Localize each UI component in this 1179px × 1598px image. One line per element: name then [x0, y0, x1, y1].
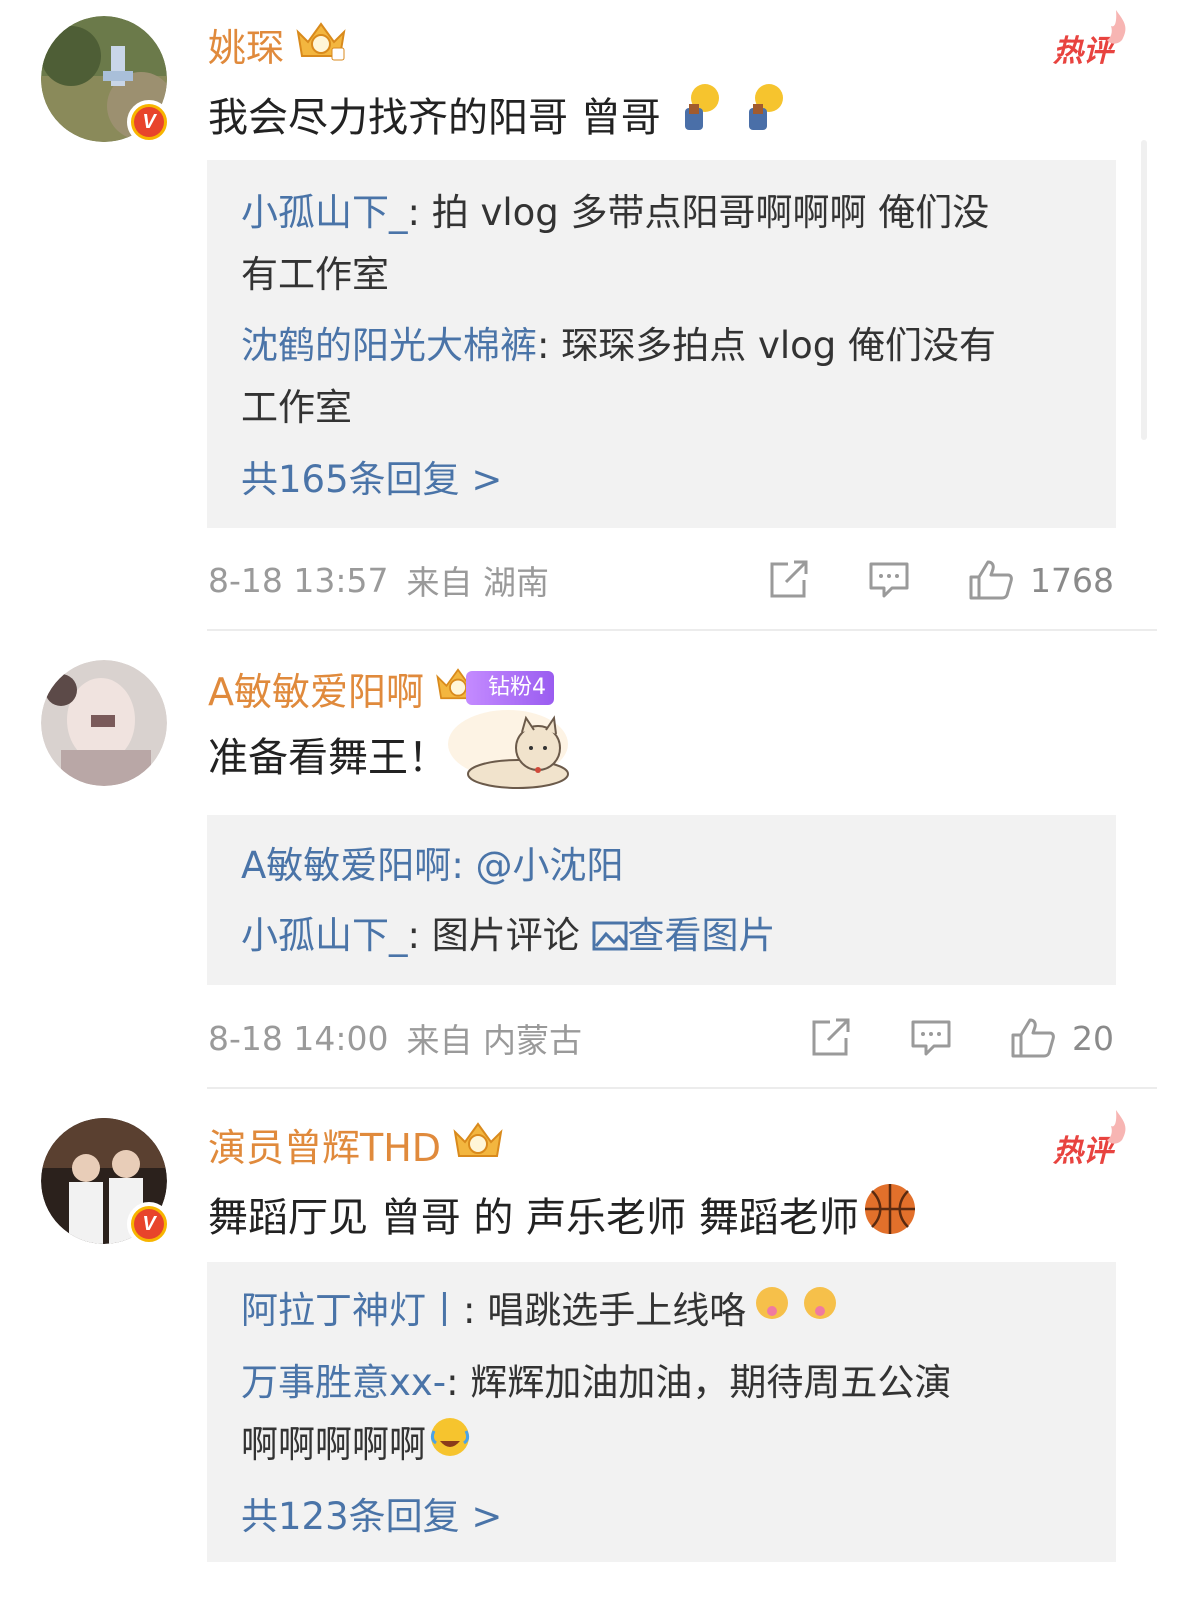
hot-comment-label: 热评	[1053, 10, 1126, 70]
comment-meta: 8-18 14:00 来自 内蒙古 20	[208, 1012, 1114, 1064]
reply-text: : 辉辉加油加油，期待周五公演	[446, 1361, 952, 1404]
like-icon	[1011, 1018, 1055, 1058]
username-text[interactable]: A敏敏爱阳啊	[208, 661, 424, 716]
share-button[interactable]	[768, 560, 810, 600]
comment-text: 准备看舞王！	[208, 710, 578, 789]
image-icon	[592, 921, 627, 951]
like-button[interactable]: 1768	[968, 559, 1114, 601]
reply-box[interactable]: 阿拉丁神灯丨: 唱跳选手上线咯 万事胜意xx-: 辉辉加油加油，期待周五公演 啊…	[207, 1262, 1116, 1562]
like-count: 1768	[1030, 560, 1114, 600]
comment-button[interactable]	[910, 1018, 952, 1058]
crown-icon	[294, 18, 348, 71]
username[interactable]: 演员曾辉THD	[208, 1118, 505, 1170]
username-text[interactable]: 姚琛	[208, 17, 284, 72]
reply-username[interactable]: 阿拉丁神灯丨	[241, 1289, 463, 1332]
comment-icon	[911, 1020, 951, 1056]
comment-text: 舞蹈厅见 曾哥 的 声乐老师 舞蹈老师	[208, 1184, 917, 1242]
hot-comment-label: 热评	[1053, 1110, 1126, 1170]
like-button[interactable]: 20	[1010, 1017, 1114, 1059]
reply-text-cont: 啊啊啊啊啊	[241, 1423, 426, 1466]
location: 来自 湖南	[406, 563, 550, 602]
scrollbar[interactable]	[1141, 140, 1147, 440]
verified-icon: V	[127, 100, 171, 144]
like-icon	[969, 560, 1013, 600]
crying-laughing-emoji-icon	[428, 1415, 472, 1478]
like-count: 20	[1072, 1018, 1114, 1058]
basketball-emoji-icon	[863, 1182, 917, 1246]
reply-box[interactable]: 小孤山下_: 拍 vlog 多带点阳哥啊啊啊 俺们没 有工作室 沈鹤的阳光大棉裤…	[207, 160, 1116, 528]
comment-meta: 8-18 13:57 来自 湖南 1768	[208, 554, 1114, 606]
action-bar: 1768	[710, 554, 1114, 606]
avatar[interactable]: V	[41, 16, 171, 144]
comment-button[interactable]	[868, 560, 910, 600]
avatar[interactable]: V	[41, 1118, 171, 1246]
bowing-emoji-icon	[675, 82, 725, 146]
location: 来自 内蒙古	[406, 1021, 583, 1060]
share-icon	[812, 1018, 850, 1056]
cat-sticker-icon	[448, 704, 578, 804]
reply-item[interactable]: A敏敏爱阳啊: @小沈阳	[241, 835, 1091, 897]
username[interactable]: 姚琛	[208, 18, 348, 70]
reply-text-cont: 有工作室	[241, 253, 389, 296]
avatar-image	[41, 660, 167, 786]
avatar[interactable]	[41, 660, 167, 786]
divider	[207, 1087, 1157, 1089]
mention-link[interactable]: : @小沈阳	[451, 844, 623, 887]
reply-text: : 图片评论	[407, 914, 592, 957]
reply-box[interactable]: A敏敏爱阳啊: @小沈阳 小孤山下_: 图片评论 查看图片	[207, 815, 1116, 985]
reply-item[interactable]: 小孤山下_: 拍 vlog 多带点阳哥啊啊啊 俺们没 有工作室	[241, 182, 1091, 306]
timestamp: 8-18 14:00	[208, 1018, 389, 1058]
more-replies-link[interactable]: 共123条回复 >	[241, 1486, 1091, 1548]
cheering-emoji-icon	[750, 1281, 846, 1344]
reply-username[interactable]: 沈鹤的阳光大棉裤	[241, 324, 537, 367]
share-button[interactable]	[810, 1018, 852, 1058]
reply-username[interactable]: A敏敏爱阳啊	[241, 844, 451, 887]
reply-text-cont: 工作室	[241, 386, 352, 429]
reply-text: : 唱跳选手上线咯	[463, 1289, 747, 1332]
fan-badge: 钻粉4	[466, 671, 554, 705]
reply-text: : 琛琛多拍点 vlog 俺们没有	[537, 324, 997, 367]
crown-icon	[451, 1118, 505, 1171]
view-image-link[interactable]: 查看图片	[592, 914, 776, 957]
comment-icon	[869, 562, 909, 598]
timestamp: 8-18 13:57	[208, 560, 389, 600]
reply-item[interactable]: 万事胜意xx-: 辉辉加油加油，期待周五公演 啊啊啊啊啊	[241, 1352, 1091, 1478]
more-replies-link[interactable]: 共165条回复 >	[241, 449, 1091, 511]
reply-username[interactable]: 小孤山下_	[241, 191, 408, 234]
reply-text: : 拍 vlog 多带点阳哥啊啊啊 俺们没	[407, 191, 990, 234]
view-image-text[interactable]: 查看图片	[628, 914, 776, 957]
reply-item[interactable]: 小孤山下_: 图片评论 查看图片	[241, 905, 1091, 967]
action-bar: 20	[752, 1012, 1114, 1064]
reply-item[interactable]: 沈鹤的阳光大棉裤: 琛琛多拍点 vlog 俺们没有 工作室	[241, 315, 1091, 439]
flame-icon	[1107, 10, 1126, 44]
reply-username[interactable]: 万事胜意xx-	[241, 1361, 446, 1404]
reply-username[interactable]: 小孤山下_	[241, 914, 408, 957]
divider	[207, 629, 1157, 631]
reply-item[interactable]: 阿拉丁神灯丨: 唱跳选手上线咯	[241, 1280, 1091, 1344]
verified-icon: V	[127, 1202, 171, 1246]
username-text[interactable]: 演员曾辉THD	[208, 1117, 441, 1172]
bowing-emoji-icon	[739, 82, 789, 146]
share-icon	[770, 560, 808, 598]
flame-icon	[1107, 1110, 1126, 1144]
comment-text: 我会尽力找齐的阳哥 曾哥	[208, 84, 789, 142]
